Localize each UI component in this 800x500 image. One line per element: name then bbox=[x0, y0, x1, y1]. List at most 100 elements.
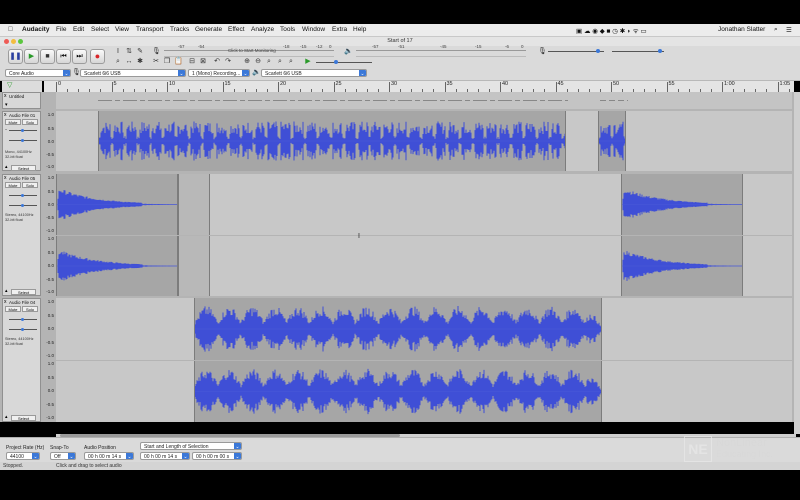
pan-slider-2[interactable] bbox=[9, 204, 37, 207]
track-lane-3-left[interactable] bbox=[56, 298, 792, 360]
microphone-icon[interactable]: 🎙 bbox=[152, 48, 161, 56]
playback-volume-slider[interactable] bbox=[612, 49, 664, 53]
audio-clip[interactable] bbox=[621, 236, 743, 296]
zoom-tool-icon[interactable]: ⌕ bbox=[114, 58, 122, 66]
audio-clip[interactable] bbox=[56, 174, 178, 235]
stop-button[interactable]: ■ bbox=[40, 49, 55, 64]
menu-window[interactable]: Window bbox=[302, 26, 325, 33]
play-speed-knob[interactable] bbox=[334, 60, 338, 64]
cut-icon[interactable]: ✂ bbox=[152, 58, 160, 66]
audio-clip[interactable] bbox=[194, 298, 602, 360]
playback-device-select[interactable]: Scarlett 6i6 USB ⌄ bbox=[261, 69, 367, 77]
trim-icon[interactable]: ⊟ bbox=[188, 58, 196, 66]
fit-project-icon[interactable]: ⌕ bbox=[276, 58, 284, 66]
play-speed-slider[interactable] bbox=[316, 60, 372, 64]
audio-clip[interactable] bbox=[194, 361, 602, 422]
record-volume-slider[interactable] bbox=[548, 49, 604, 53]
menu-analyze[interactable]: Analyze bbox=[251, 26, 274, 33]
gain-knob[interactable] bbox=[21, 194, 24, 197]
track-panel-3[interactable]: x Audio File 04 Mute Solo Stereo, 44100H… bbox=[2, 298, 41, 422]
audio-host-select[interactable]: Core Audio ⌄ bbox=[5, 69, 71, 77]
menu-edit[interactable]: Edit bbox=[73, 26, 84, 33]
close-track-icon[interactable]: x bbox=[4, 299, 7, 305]
vertical-scrollbar[interactable] bbox=[794, 92, 800, 434]
snap-to-select[interactable]: Off ⌄ bbox=[50, 452, 76, 460]
menu-generate[interactable]: Generate bbox=[195, 26, 222, 33]
select-button-3[interactable]: Select bbox=[11, 415, 36, 421]
pan-knob[interactable] bbox=[21, 139, 24, 142]
gain-slider-2[interactable] bbox=[9, 194, 37, 197]
audio-clip-empty[interactable] bbox=[178, 174, 210, 235]
close-track-icon[interactable]: x bbox=[4, 112, 7, 118]
record-volume-knob[interactable] bbox=[596, 49, 600, 53]
recording-device-select[interactable]: Scarlett 6i6 USB ⌄ bbox=[80, 69, 186, 77]
collapse-track-icon[interactable]: ▴ bbox=[5, 288, 8, 294]
skip-to-start-button[interactable]: ⏮ bbox=[56, 49, 71, 64]
menu-extra[interactable]: Extra bbox=[332, 26, 347, 33]
gain-knob[interactable] bbox=[21, 129, 24, 132]
audio-clip[interactable] bbox=[598, 111, 626, 171]
track-lane-1[interactable] bbox=[56, 111, 792, 171]
collapse-track-icon[interactable]: ▴ bbox=[5, 414, 8, 420]
selection-length-field[interactable]: 00 h 00 m 00 s ⌄ bbox=[192, 452, 242, 460]
label-track-name[interactable]: Untitled bbox=[9, 94, 24, 99]
selection-tool-icon[interactable]: I bbox=[114, 48, 122, 56]
mute-button-1[interactable]: Mute bbox=[5, 119, 21, 125]
draw-tool-icon[interactable]: ✎ bbox=[136, 48, 144, 56]
envelope-tool-icon[interactable]: ⇅ bbox=[125, 48, 133, 56]
record-button[interactable]: ● bbox=[90, 49, 105, 64]
selection-mode-select[interactable]: Start and Length of Selection ⌄ bbox=[140, 442, 242, 450]
menu-view[interactable]: View bbox=[115, 26, 129, 33]
mute-button-3[interactable]: Mute bbox=[5, 306, 21, 312]
collapse-track-icon[interactable]: ▾ bbox=[5, 102, 8, 108]
audio-clip[interactable] bbox=[56, 236, 178, 296]
select-button-1[interactable]: Select bbox=[11, 165, 36, 171]
speaker-icon[interactable]: 🔈 bbox=[344, 48, 353, 56]
track-panel-2[interactable]: x Audio File 05 Mute Solo Stereo, 44100H… bbox=[2, 174, 41, 296]
menu-transport[interactable]: Transport bbox=[136, 26, 164, 33]
audio-clip[interactable] bbox=[621, 174, 743, 235]
label-track-panel[interactable]: x Untitled ▾ bbox=[2, 92, 41, 109]
spotlight-icon[interactable]: ⌕ bbox=[774, 26, 778, 34]
copy-icon[interactable]: ❐ bbox=[163, 58, 171, 66]
menu-file[interactable]: File bbox=[56, 26, 66, 33]
track-panel-1[interactable]: x Audio File 01 Mute Solo − Mono, 44100H… bbox=[2, 111, 41, 171]
gain-knob[interactable] bbox=[21, 318, 24, 321]
play-head-icon[interactable]: ▽ bbox=[7, 81, 12, 89]
project-rate-select[interactable]: 44100 ⌄ bbox=[6, 452, 40, 460]
recording-channels-select[interactable]: 1 (Mono) Recording... ⌄ bbox=[188, 69, 250, 77]
gain-slider-1[interactable] bbox=[9, 129, 37, 132]
track-lane-3-right[interactable] bbox=[56, 361, 792, 422]
pause-button[interactable]: ❚❚ bbox=[8, 49, 23, 64]
close-track-icon[interactable]: x bbox=[4, 175, 7, 181]
gain-slider-3[interactable] bbox=[9, 318, 37, 321]
skip-to-end-button[interactable]: ⏭ bbox=[72, 49, 87, 64]
menu-select[interactable]: Select bbox=[91, 26, 109, 33]
multi-tool-icon[interactable]: ✱ bbox=[136, 58, 144, 66]
notification-icon[interactable]: ☰ bbox=[786, 26, 792, 34]
pan-knob[interactable] bbox=[21, 204, 24, 207]
menu-tracks[interactable]: Tracks bbox=[170, 26, 189, 33]
select-button-2[interactable]: Select bbox=[11, 289, 36, 295]
pan-slider-1[interactable] bbox=[9, 139, 37, 142]
fit-selection-icon[interactable]: ⌕ bbox=[265, 58, 273, 66]
audio-clip-empty[interactable] bbox=[178, 236, 210, 296]
paste-icon[interactable]: 📋 bbox=[174, 58, 183, 66]
solo-button-3[interactable]: Solo bbox=[22, 306, 38, 312]
zoom-in-icon[interactable]: ⊕ bbox=[243, 58, 251, 66]
redo-icon[interactable]: ↷ bbox=[224, 58, 232, 66]
play-at-speed-icon[interactable]: ▶ bbox=[304, 58, 312, 66]
undo-icon[interactable]: ↶ bbox=[213, 58, 221, 66]
timeshift-tool-icon[interactable]: ↔ bbox=[125, 58, 133, 66]
solo-button-2[interactable]: Solo bbox=[22, 182, 38, 188]
solo-button-1[interactable]: Solo bbox=[22, 119, 38, 125]
menu-app-name[interactable]: Audacity bbox=[22, 26, 49, 33]
track-lane-2-right[interactable] bbox=[56, 236, 792, 296]
apple-icon[interactable]:  bbox=[8, 26, 13, 33]
pan-knob[interactable] bbox=[21, 328, 24, 331]
playback-meter[interactable] bbox=[356, 50, 526, 57]
track-name-1[interactable]: Audio File 01 bbox=[9, 113, 35, 118]
track-name-2[interactable]: Audio File 05 bbox=[9, 176, 35, 181]
selection-start-field[interactable]: 00 h 00 m 14 s ⌄ bbox=[140, 452, 190, 460]
zoom-toggle-icon[interactable]: ⌕ bbox=[287, 58, 295, 66]
